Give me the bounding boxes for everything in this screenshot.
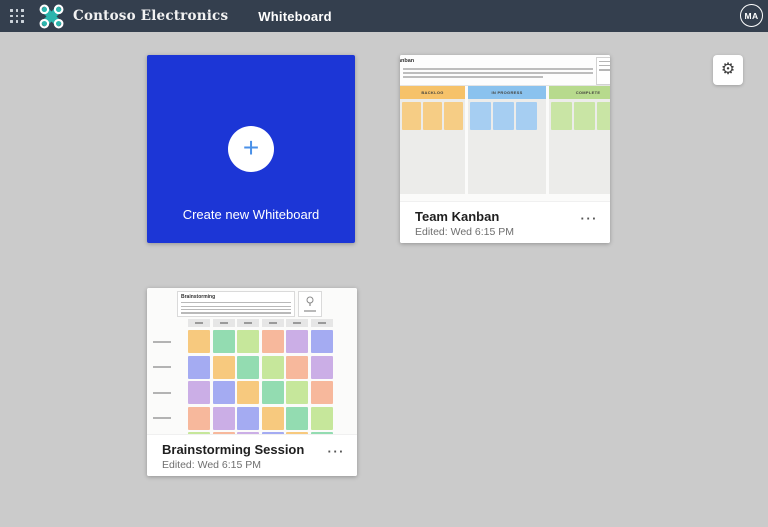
- brainstorm-thumb-heading: Brainstorming: [181, 294, 291, 300]
- kanban-card: [597, 102, 610, 130]
- more-options-icon[interactable]: ···: [328, 445, 346, 458]
- sticky-note: [311, 407, 333, 430]
- plus-circle: +: [228, 126, 274, 172]
- sticky-column-header: [188, 319, 210, 327]
- sticky-note: [237, 407, 259, 430]
- kanban-column: BACKLOG: [400, 86, 465, 194]
- sticky-note: [188, 356, 210, 379]
- sticky-note: [188, 381, 210, 404]
- board-title: Brainstorming Session: [162, 442, 304, 457]
- kanban-card: [402, 102, 421, 130]
- board-card-brainstorming-session[interactable]: Brainstorming Brainstorming Session Edit…: [147, 288, 357, 476]
- kanban-column-header: BACKLOG: [400, 86, 465, 99]
- kanban-card: [493, 102, 514, 130]
- brand-title: Contoso Electronics: [73, 8, 228, 24]
- kanban-column-header: IN PROGRESS: [468, 86, 546, 99]
- sticky-column-header: [237, 319, 259, 327]
- board-card-footer: Brainstorming Session Edited: Wed 6:15 P…: [147, 434, 357, 476]
- sticky-note: [213, 407, 235, 430]
- kanban-card: [516, 102, 537, 130]
- create-card-label: Create new Whiteboard: [147, 207, 355, 222]
- sticky-note: [188, 407, 210, 430]
- sticky-note: [237, 381, 259, 404]
- sticky-note: [213, 356, 235, 379]
- kanban-card: [423, 102, 442, 130]
- sticky-row-label: [153, 381, 171, 404]
- board-card-footer: Team Kanban Edited: Wed 6:15 PM ···: [400, 201, 610, 243]
- kanban-card: [574, 102, 595, 130]
- kanban-thumb-header: Kanban: [400, 55, 610, 86]
- sticky-note: [311, 356, 333, 379]
- plus-icon: +: [243, 134, 259, 162]
- kanban-card: [470, 102, 491, 130]
- kanban-columns: BACKLOGIN PROGRESSCOMPLETE: [400, 86, 610, 194]
- sticky-row-labels: [153, 330, 171, 435]
- sticky-grid: [188, 330, 333, 435]
- top-bar: Contoso Electronics Whiteboard MA: [0, 0, 768, 32]
- kanban-column: IN PROGRESS: [468, 86, 546, 194]
- brainstorm-thumb-header: Brainstorming: [177, 291, 295, 317]
- sticky-note: [286, 407, 308, 430]
- boards-gallery: + Create new Whiteboard Kanban BACKLOGIN…: [0, 32, 768, 527]
- whiteboard-home-screen: Contoso Electronics Whiteboard MA + Crea…: [0, 0, 768, 527]
- kanban-column-header: COMPLETE: [549, 86, 610, 99]
- kanban-card: [444, 102, 463, 130]
- board-title: Team Kanban: [415, 209, 499, 224]
- kanban-thumb-note: [596, 57, 610, 85]
- board-edited-timestamp: Edited: Wed 6:15 PM: [415, 226, 514, 238]
- sticky-note: [237, 330, 259, 353]
- sticky-note: [262, 356, 284, 379]
- sticky-note: [213, 330, 235, 353]
- sticky-note: [188, 330, 210, 353]
- sticky-note: [262, 330, 284, 353]
- app-title: Whiteboard: [258, 9, 332, 24]
- sticky-row: [188, 407, 333, 430]
- board-card-team-kanban[interactable]: Kanban BACKLOGIN PROGRESSCOMPLETE Team K…: [400, 55, 610, 243]
- sticky-column-header: [311, 319, 333, 327]
- sticky-column-header: [262, 319, 284, 327]
- create-new-whiteboard-card[interactable]: + Create new Whiteboard: [147, 55, 355, 243]
- contoso-logo-icon: [39, 4, 64, 29]
- gear-icon: ⚙: [721, 62, 735, 78]
- kanban-card: [551, 102, 572, 130]
- sticky-row-label: [153, 407, 171, 430]
- kanban-column: COMPLETE: [549, 86, 610, 194]
- sticky-note: [311, 381, 333, 404]
- more-options-icon[interactable]: ···: [581, 212, 599, 225]
- sticky-note: [286, 356, 308, 379]
- sticky-note: [286, 381, 308, 404]
- sticky-note: [262, 381, 284, 404]
- board-edited-timestamp: Edited: Wed 6:15 PM: [162, 459, 261, 471]
- sticky-column-header: [213, 319, 235, 327]
- brainstorming-thumbnail: Brainstorming: [147, 288, 357, 435]
- sticky-row: [188, 356, 333, 379]
- sticky-row-label: [153, 356, 171, 379]
- sticky-note: [286, 330, 308, 353]
- sticky-column-header: [286, 319, 308, 327]
- sticky-row-label: [153, 330, 171, 353]
- sticky-row: [188, 381, 333, 404]
- lightbulb-icon: [305, 296, 315, 308]
- sticky-column-headers: [188, 319, 333, 327]
- sticky-note: [311, 330, 333, 353]
- brainstorm-thumb-tip: [298, 291, 322, 317]
- sticky-note: [262, 407, 284, 430]
- kanban-thumbnail: Kanban BACKLOGIN PROGRESSCOMPLETE: [400, 55, 610, 202]
- kanban-thumb-heading: Kanban: [400, 58, 414, 64]
- sticky-note: [213, 381, 235, 404]
- sticky-note: [237, 356, 259, 379]
- avatar[interactable]: MA: [740, 4, 763, 27]
- sticky-row: [188, 330, 333, 353]
- app-launcher-icon[interactable]: [10, 9, 24, 23]
- settings-button[interactable]: ⚙: [713, 55, 743, 85]
